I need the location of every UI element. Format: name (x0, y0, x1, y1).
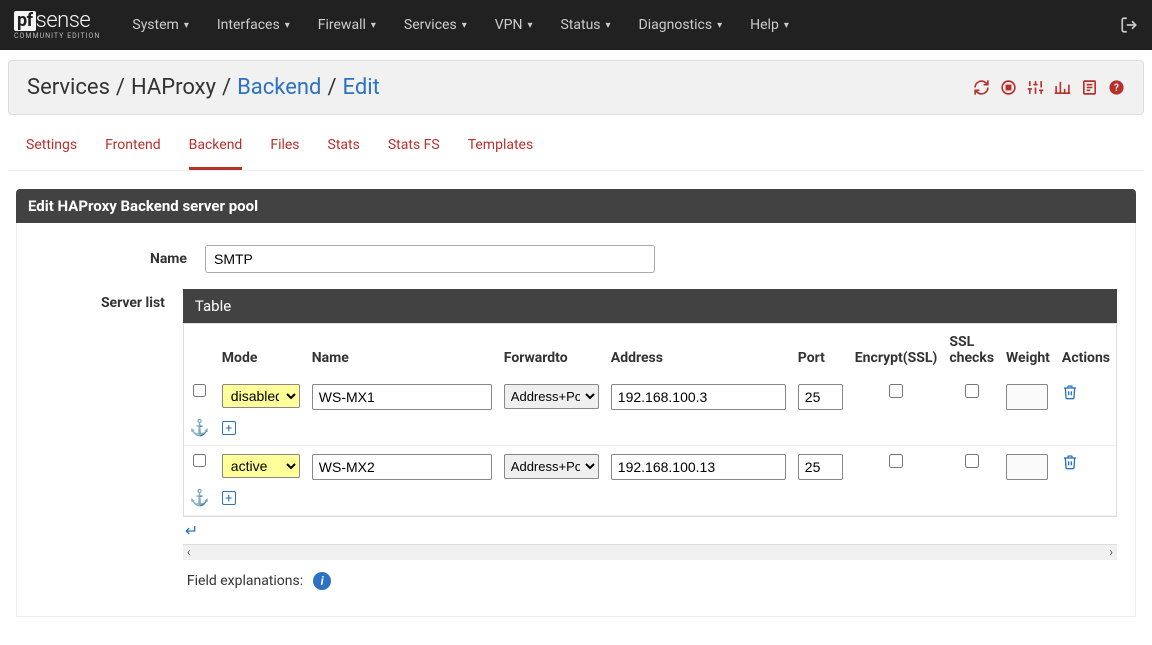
return-icon[interactable]: ↵ (185, 521, 198, 540)
address-input[interactable] (611, 384, 786, 410)
logo[interactable]: pfsense COMMUNITY EDITION (14, 10, 100, 40)
caret-icon: ▾ (784, 20, 789, 31)
delete-icon[interactable] (1062, 454, 1110, 470)
anchor-icon[interactable]: ⚓ (190, 418, 210, 437)
server-table-wrap: Mode Name Forwardto Address Port Encrypt… (183, 323, 1117, 517)
logo-box: pf (14, 11, 36, 31)
nav-menu: System▾ Interfaces▾ Firewall▾ Services▾ … (118, 0, 1120, 50)
tab-settings[interactable]: Settings (26, 137, 77, 170)
server-name-input[interactable] (312, 384, 492, 410)
table-row: active Address+Port (184, 446, 1116, 485)
logo-text: sense (36, 10, 91, 32)
encrypt-checkbox[interactable] (889, 384, 903, 398)
page-header: Services / HAProxy / Backend / Edit ? (8, 60, 1144, 115)
add-icon[interactable]: + (222, 421, 236, 435)
serverlist-label: Server list (35, 289, 183, 311)
nav-vpn[interactable]: VPN▾ (481, 0, 547, 50)
col-name: Name (306, 324, 498, 376)
panel-body: Name Server list Table Mode (16, 223, 1136, 617)
col-address: Address (605, 324, 792, 376)
name-input[interactable] (205, 245, 655, 273)
caret-icon: ▾ (717, 20, 722, 31)
help-icon[interactable]: ? (1108, 79, 1125, 96)
nav-diagnostics[interactable]: Diagnostics▾ (625, 0, 737, 50)
stats-icon[interactable] (1054, 79, 1071, 96)
nav-status[interactable]: Status▾ (546, 0, 624, 50)
tab-templates[interactable]: Templates (468, 137, 534, 170)
row-select-checkbox[interactable] (193, 454, 206, 467)
col-port: Port (792, 324, 849, 376)
tab-backend[interactable]: Backend (189, 137, 243, 170)
delete-icon[interactable] (1062, 384, 1110, 400)
header-action-icons: ? (973, 79, 1125, 96)
breadcrumb-edit[interactable]: Edit (343, 75, 380, 100)
name-label: Name (35, 245, 205, 267)
add-icon[interactable]: + (222, 491, 236, 505)
mode-select[interactable]: disabled (222, 384, 300, 408)
weight-input[interactable] (1006, 384, 1048, 410)
server-name-input[interactable] (312, 454, 492, 480)
nav-services[interactable]: Services▾ (390, 0, 481, 50)
sslchecks-checkbox[interactable] (965, 454, 979, 468)
log-icon[interactable] (1081, 79, 1098, 96)
col-forwardto: Forwardto (498, 324, 605, 376)
caret-icon: ▾ (184, 20, 189, 31)
sliders-icon[interactable] (1027, 79, 1044, 96)
col-sslchecks: SSL checks (943, 324, 1000, 376)
caret-icon: ▾ (462, 20, 467, 31)
address-input[interactable] (611, 454, 786, 480)
server-table: Mode Name Forwardto Address Port Encrypt… (184, 324, 1116, 516)
tab-files[interactable]: Files (270, 137, 299, 170)
anchor-icon[interactable]: ⚓ (190, 488, 210, 507)
panel-title: Edit HAProxy Backend server pool (16, 189, 1136, 223)
tabbar: Settings Frontend Backend Files Stats St… (8, 115, 1144, 171)
info-icon[interactable]: i (313, 572, 331, 590)
svg-text:?: ? (1114, 83, 1119, 94)
row-select-checkbox[interactable] (193, 384, 206, 397)
port-input[interactable] (798, 384, 843, 410)
sslchecks-checkbox[interactable] (965, 384, 979, 398)
caret-icon: ▾ (371, 20, 376, 31)
forwardto-select[interactable]: Address+Port (504, 454, 599, 479)
nav-system[interactable]: System▾ (118, 0, 202, 50)
logout-icon[interactable] (1120, 16, 1138, 34)
tab-frontend[interactable]: Frontend (105, 137, 161, 170)
logo-subtext: COMMUNITY EDITION (14, 33, 100, 40)
mode-select[interactable]: active (222, 454, 300, 478)
nav-help[interactable]: Help▾ (736, 0, 803, 50)
col-mode: Mode (216, 324, 306, 376)
breadcrumb-haproxy[interactable]: HAProxy (131, 75, 216, 100)
horizontal-scrollbar[interactable] (183, 544, 1117, 560)
breadcrumb: Services / HAProxy / Backend / Edit (27, 75, 380, 100)
nav-firewall[interactable]: Firewall▾ (304, 0, 390, 50)
weight-input[interactable] (1006, 454, 1048, 480)
tab-statsfs[interactable]: Stats FS (388, 137, 440, 170)
col-actions: Actions (1056, 324, 1116, 376)
field-explanations-label: Field explanations: (187, 573, 303, 589)
breadcrumb-services[interactable]: Services (27, 75, 110, 100)
nav-interfaces[interactable]: Interfaces▾ (203, 0, 304, 50)
caret-icon: ▾ (606, 20, 611, 31)
restart-icon[interactable] (973, 79, 990, 96)
breadcrumb-backend[interactable]: Backend (237, 75, 321, 100)
forwardto-select[interactable]: Address+Port (504, 384, 599, 409)
table-row-controls: ⚓ + (184, 484, 1116, 516)
port-input[interactable] (798, 454, 843, 480)
table-row: disabled Address+Port (184, 376, 1116, 414)
encrypt-checkbox[interactable] (889, 454, 903, 468)
top-navbar: pfsense COMMUNITY EDITION System▾ Interf… (0, 0, 1152, 50)
col-encrypt: Encrypt(SSL) (849, 324, 944, 376)
caret-icon: ▾ (285, 20, 290, 31)
stop-icon[interactable] (1000, 79, 1017, 96)
caret-icon: ▾ (527, 20, 532, 31)
col-weight: Weight (1000, 324, 1056, 376)
table-title: Table (183, 289, 1117, 323)
tab-stats[interactable]: Stats (328, 137, 360, 170)
table-row-controls: ⚓ + (184, 414, 1116, 446)
